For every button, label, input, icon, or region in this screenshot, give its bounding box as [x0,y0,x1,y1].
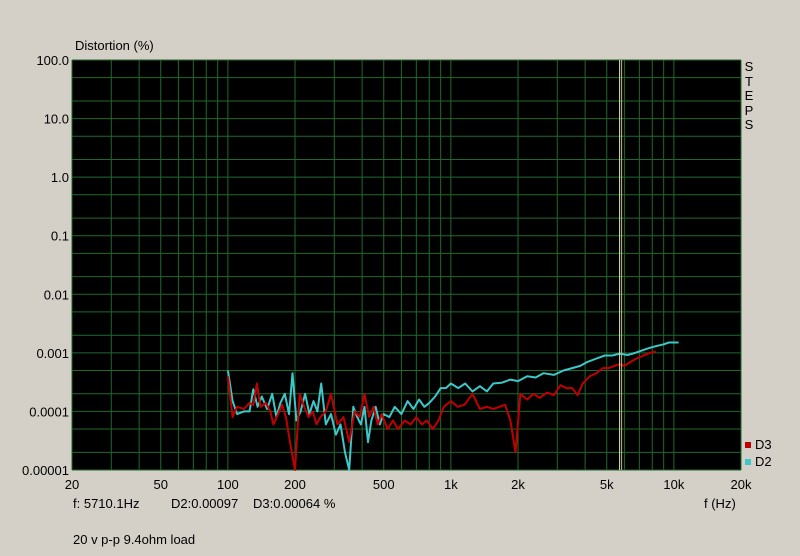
legend-swatch-d3 [745,441,751,448]
steps-letter: S [744,59,754,74]
x-tick-label: 500 [373,477,395,492]
cursor-d3-readout: D3:0.00064 % [253,496,336,511]
x-tick-label: 200 [284,477,306,492]
y-tick-label: 1.0 [51,170,69,185]
y-tick-label: 0.00001 [22,463,69,478]
legend-item-d2[interactable]: D2 [745,454,772,469]
distortion-chart: 20 50 100 200 500 1k 2k 5k 10k 20k 0.00001 0.0001 0.… [22,53,752,492]
y-tick-label: 10.0 [44,112,69,127]
x-tick-label: 100 [217,477,239,492]
y-tick-label: 0.001 [36,346,69,361]
x-tick-label: 50 [154,477,168,492]
legend-item-d3[interactable]: D3 [745,437,772,452]
steps-letter: S [744,117,754,132]
x-tick-label: 2k [511,477,525,492]
legend-label-d2: D2 [755,454,772,469]
y-tick-label: 100.0 [36,53,69,68]
legend-label-d3: D3 [755,437,772,452]
y-tick-label: 0.1 [51,229,69,244]
x-tick-label: 1k [444,477,458,492]
legend-swatch-d2 [745,458,751,465]
chart-area: 20 50 100 200 500 1k 2k 5k 10k 20k 0.00001 0.0001 0.… [0,0,800,551]
x-tick-label: 10k [663,477,684,492]
steps-letter: E [744,88,754,103]
y-axis-title: Distortion (%) [75,38,154,53]
x-axis-title: f (Hz) [704,496,736,511]
x-tick-label: 5k [600,477,614,492]
cursor-frequency-readout: f: 5710.1Hz [73,496,140,511]
steps-label[interactable]: STEPS [742,59,756,133]
y-tick-label: 0.0001 [29,404,69,419]
measurement-note: 20 v p-p 9.4ohm load [73,532,196,547]
steps-letter: P [744,102,754,118]
y-tick-label: 0.01 [44,287,69,302]
x-tick-label: 20k [731,477,752,492]
cursor-d2-readout: D2:0.00097 [171,496,239,511]
steps-letter: T [745,73,753,89]
x-tick-label: 20 [65,477,79,492]
plot-background [72,60,741,470]
